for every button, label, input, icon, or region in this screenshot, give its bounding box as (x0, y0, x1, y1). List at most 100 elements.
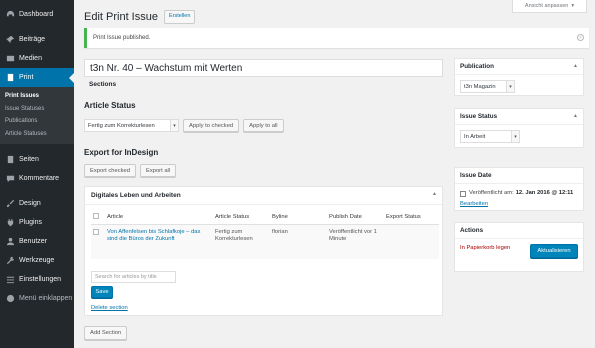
publication-box-header[interactable]: Publication ▲ (455, 59, 583, 75)
export-checked-button[interactable]: Export checked (84, 164, 136, 177)
menu-comments-label: Kommentare (19, 175, 60, 182)
user-icon (5, 237, 15, 247)
menu-design[interactable]: Design (0, 194, 74, 213)
collapse-arrow-icon[interactable]: ▲ (432, 191, 437, 197)
delete-section-link[interactable]: Delete section (91, 305, 128, 311)
row-checkbox[interactable] (93, 228, 99, 235)
submenu-article-statuses[interactable]: Article Statuses (0, 128, 74, 141)
admin-sidebar: Dashboard Beiträge Medien Print Print Is… (0, 0, 74, 348)
select-all-cell (91, 211, 105, 225)
menu-print-label: Print (19, 74, 34, 81)
col-byline[interactable]: Byline (270, 211, 327, 225)
menu-comments[interactable]: Kommentare (0, 169, 74, 188)
issue-title-input[interactable]: t3n Nr. 40 – Wachstum mit Werten (84, 59, 443, 77)
col-article-status[interactable]: Article Status (213, 211, 270, 225)
issue-status-box-title: Issue Status (460, 113, 498, 120)
main-content: Ansicht anpassen ▾ Edit Print Issue Erst… (74, 0, 595, 348)
brush-icon (5, 199, 15, 209)
issue-status-box: Issue Status ▲ In Arbeit ▾ (454, 108, 584, 148)
sections-label: Sections (89, 81, 117, 88)
collapse-arrow-icon[interactable]: ▲ (573, 63, 578, 69)
dismiss-icon[interactable]: × (577, 34, 584, 41)
row-status: Fertig zum Korrekturlesen (213, 224, 270, 259)
issue-status-box-header[interactable]: Issue Status ▲ (455, 109, 583, 125)
comment-icon (5, 174, 15, 184)
table-row: Von Affenfelsen bis Schlafkoje – das sin… (91, 224, 439, 259)
dashboard-icon (5, 10, 15, 20)
section-header[interactable]: Digitales Leben und Arbeiten ▲ (85, 187, 442, 205)
chevron-down-icon: ▾ (511, 131, 519, 142)
section-title: Digitales Leben und Arbeiten (91, 192, 181, 199)
menu-collapse-label: Menü einklappen (19, 295, 73, 302)
success-notice: Print Issue published. × (84, 28, 589, 48)
export-controls: Export checked Export all (84, 164, 177, 177)
menu-users[interactable]: Benutzer (0, 232, 74, 251)
submenu-print-issues[interactable]: Print Issues (0, 90, 74, 103)
issue-date-box-header: Issue Date (455, 168, 583, 184)
issue-date-line: Veröffentlicht am: 12. Jan 2016 @ 12:11 … (460, 189, 578, 210)
export-heading: Export for InDesign (84, 148, 159, 157)
settings-icon (5, 275, 15, 285)
menu-settings[interactable]: Einstellungen (0, 270, 74, 289)
article-status-heading: Article Status (84, 101, 136, 110)
menu-posts[interactable]: Beiträge (0, 30, 74, 49)
row-article-cell: Von Affenfelsen bis Schlafkoje – das sin… (105, 224, 213, 259)
publication-select-value: t3n Magazin (464, 83, 496, 90)
page-title: Edit Print Issue Erstellen (84, 10, 196, 24)
issue-date-edit-link[interactable]: Bearbeiten (460, 200, 488, 209)
apply-to-all-button[interactable]: Apply to all (243, 119, 284, 132)
export-all-button[interactable]: Export all (139, 164, 177, 177)
submenu-issue-statuses[interactable]: Issue Statuses (0, 103, 74, 116)
apply-to-checked-button[interactable]: Apply to checked (183, 119, 240, 132)
menu-dashboard[interactable]: Dashboard (0, 5, 74, 24)
notice-text: Print Issue published. (93, 35, 151, 41)
article-link[interactable]: Von Affenfelsen bis Schlafkoje – das sin… (107, 229, 200, 243)
save-button[interactable]: Save (91, 286, 113, 298)
menu-posts-label: Beiträge (19, 36, 46, 43)
row-checkbox-cell (91, 224, 105, 259)
chevron-down-icon: ▾ (571, 3, 575, 9)
issue-date-prefix: Veröffentlicht am: (469, 190, 514, 196)
row-export-status (384, 224, 439, 259)
update-button[interactable]: Aktualisieren (530, 244, 578, 258)
issue-status-select[interactable]: In Arbeit ▾ (460, 130, 520, 143)
menu-plugins[interactable]: Plugins (0, 213, 74, 232)
publication-box: Publication ▲ t3n Magazin ▾ (454, 58, 584, 96)
pin-icon (5, 35, 15, 45)
article-status-select-value: Fertig zum Korrekturlesen (88, 122, 155, 129)
col-export-status[interactable]: Export Status (384, 211, 439, 225)
menu-pages[interactable]: Seiten (0, 150, 74, 169)
page-title-text: Edit Print Issue (84, 10, 158, 23)
menu-users-label: Benutzer (19, 238, 48, 245)
chevron-down-icon: ▾ (506, 81, 514, 92)
add-new-button[interactable]: Erstellen (163, 10, 196, 24)
issue-date-box-title: Issue Date (460, 172, 492, 179)
articles-table: Article Article Status Byline Publish Da… (91, 211, 439, 259)
menu-print[interactable]: Print (0, 68, 74, 87)
collapse-icon (5, 294, 15, 304)
actions-box-title: Actions (460, 227, 484, 234)
select-all-checkbox[interactable] (93, 213, 99, 220)
col-publish-date[interactable]: Publish Date (327, 211, 384, 225)
page-icon (5, 155, 15, 165)
screen-options-button[interactable]: Ansicht anpassen ▾ (512, 0, 587, 13)
section-panel: Digitales Leben und Arbeiten ▲ Article A… (84, 186, 443, 316)
row-publish-date: Veröffentlicht vor 1 Minute (327, 224, 384, 259)
issue-date-box: Issue Date Veröffentlicht am: 12. Jan 20… (454, 167, 584, 211)
menu-tools[interactable]: Werkzeuge (0, 251, 74, 270)
add-section-button[interactable]: Add Section (84, 326, 128, 340)
menu-media[interactable]: Medien (0, 49, 74, 68)
move-to-trash-link[interactable]: In Papierkorb legen (460, 245, 510, 251)
chevron-down-icon: ▾ (170, 120, 178, 131)
issue-date-value: 12. Jan 2016 @ 12:11 (515, 190, 574, 196)
article-status-select[interactable]: Fertig zum Korrekturlesen ▾ (84, 119, 179, 132)
collapse-arrow-icon[interactable]: ▲ (573, 113, 578, 119)
document-icon (5, 73, 15, 83)
screen-options-label: Ansicht anpassen (524, 3, 569, 9)
article-search-input[interactable]: Search for articles by title (91, 271, 176, 283)
publication-select[interactable]: t3n Magazin ▾ (460, 80, 515, 93)
col-article[interactable]: Article (105, 211, 213, 225)
submenu-publications[interactable]: Publications (0, 115, 74, 128)
actions-box-header: Actions (455, 223, 583, 239)
menu-collapse[interactable]: Menü einklappen (0, 289, 74, 308)
